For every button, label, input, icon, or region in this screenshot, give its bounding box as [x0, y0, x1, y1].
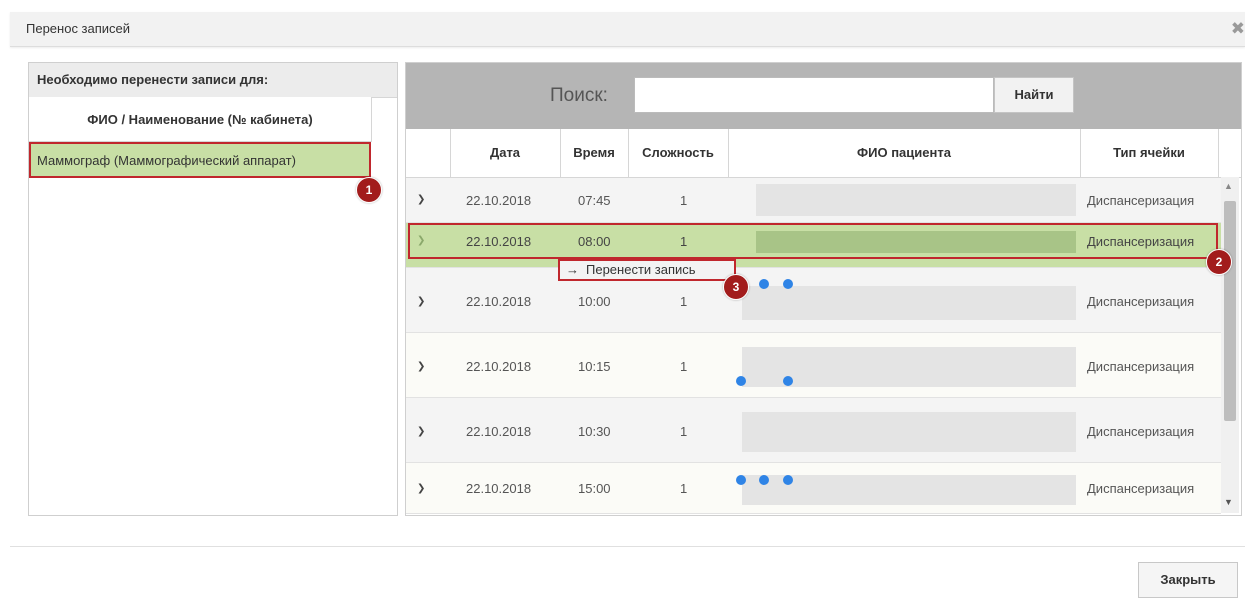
search-input[interactable]: [634, 77, 994, 113]
cell-time: 07:45: [578, 193, 611, 208]
left-list-item[interactable]: Маммограф (Маммографический аппарат): [29, 142, 371, 178]
column-header-patient[interactable]: ФИО пациента: [728, 129, 1081, 177]
column-header-complexity[interactable]: Сложность: [628, 129, 729, 177]
loading-dot: [759, 475, 769, 485]
loading-dot: [759, 279, 769, 289]
left-column-header-label: ФИО / Наименование (№ кабинета): [87, 112, 313, 127]
search-label: Поиск:: [550, 85, 608, 106]
table-row[interactable]: ❯ 22.10.2018 10:00 1 Диспансеризация: [406, 268, 1221, 333]
chevron-down-icon[interactable]: ❯: [417, 426, 425, 437]
close-icon[interactable]: ✖: [1231, 19, 1245, 39]
scroll-thumb[interactable]: [1224, 201, 1236, 421]
cell-type: Диспансеризация: [1087, 234, 1195, 249]
patient-name-blurred: [756, 184, 1076, 216]
search-bar: Поиск: Найти: [406, 63, 1241, 129]
cell-time: 15:00: [578, 481, 611, 496]
cell-date: 22.10.2018: [466, 234, 532, 249]
loading-dot: [736, 376, 746, 386]
footer-divider: [10, 546, 1245, 547]
column-header-time[interactable]: Время: [560, 129, 629, 177]
annotation-badge-2: 2: [1206, 249, 1232, 275]
cell-complexity: 1: [680, 481, 688, 496]
chevron-down-icon[interactable]: ❯: [417, 483, 425, 494]
annotation-badge-1: 1: [356, 177, 382, 203]
left-column-header[interactable]: ФИО / Наименование (№ кабинета): [29, 97, 372, 142]
patient-name-blurred: [756, 231, 1076, 253]
loading-dot: [783, 376, 793, 386]
table-header: Дата Время Сложность ФИО пациента Тип яч…: [406, 129, 1241, 178]
table-scrollbar[interactable]: ▲ ▼: [1221, 177, 1239, 513]
right-panel: Поиск: Найти Дата Время Сложность ФИО па…: [405, 62, 1242, 516]
move-record-label: Перенести запись: [586, 262, 696, 277]
patient-name-blurred: [742, 412, 1076, 452]
table-row[interactable]: ❯ 22.10.2018 07:45 1 Диспансеризация: [406, 178, 1221, 223]
cell-complexity: 1: [680, 294, 688, 309]
loading-dot: [783, 279, 793, 289]
chevron-down-icon[interactable]: ❯: [417, 361, 425, 372]
cell-complexity: 1: [680, 193, 688, 208]
cell-date: 22.10.2018: [466, 359, 532, 374]
column-header-date[interactable]: Дата: [450, 129, 561, 177]
left-list-item-label: Маммограф (Маммографический аппарат): [37, 153, 296, 168]
move-record-menu-item[interactable]: → Перенести запись: [558, 259, 736, 281]
cell-time: 10:30: [578, 424, 611, 439]
left-panel-title: Необходимо перенести записи для:: [37, 72, 269, 87]
left-panel: Необходимо перенести записи для: ФИО / Н…: [28, 62, 398, 516]
cell-type: Диспансеризация: [1087, 359, 1195, 374]
chevron-down-icon[interactable]: ❯: [417, 296, 425, 307]
cell-type: Диспансеризация: [1087, 294, 1195, 309]
expand-column-header: [406, 129, 451, 177]
cell-complexity: 1: [680, 359, 688, 374]
scroll-up-icon[interactable]: ▲: [1224, 181, 1233, 191]
cell-type: Диспансеризация: [1087, 424, 1195, 439]
cell-type: Диспансеризация: [1087, 193, 1195, 208]
cell-time: 10:15: [578, 359, 611, 374]
table-row[interactable]: ❯ 22.10.2018 15:00 1 Диспансеризация: [406, 463, 1221, 514]
loading-dot: [783, 475, 793, 485]
cell-time: 10:00: [578, 294, 611, 309]
annotation-badge-3: 3: [723, 274, 749, 300]
cell-date: 22.10.2018: [466, 193, 532, 208]
table-row[interactable]: ❯ 22.10.2018 10:15 1 Диспансеризация: [406, 333, 1221, 398]
patient-name-blurred: [742, 286, 1076, 320]
close-button[interactable]: Закрыть: [1138, 562, 1238, 598]
cell-time: 08:00: [578, 234, 611, 249]
cell-complexity: 1: [680, 424, 688, 439]
search-button[interactable]: Найти: [994, 77, 1074, 113]
dialog-title: Перенос записей: [26, 21, 131, 36]
cell-complexity: 1: [680, 234, 688, 249]
cell-date: 22.10.2018: [466, 424, 532, 439]
scroll-down-icon[interactable]: ▼: [1224, 497, 1233, 507]
chevron-down-icon[interactable]: ❯: [417, 235, 425, 246]
column-header-cell-type[interactable]: Тип ячейки: [1080, 129, 1219, 177]
cell-type: Диспансеризация: [1087, 481, 1195, 496]
chevron-down-icon[interactable]: ❯: [417, 194, 425, 205]
table-row-selected[interactable]: ❯ 22.10.2018 08:00 1 Диспансеризация: [406, 223, 1221, 268]
table-row[interactable]: ❯ 22.10.2018 10:30 1 Диспансеризация: [406, 398, 1221, 463]
cell-date: 22.10.2018: [466, 294, 532, 309]
loading-dot: [736, 475, 746, 485]
dialog-header: Перенос записей ✖: [10, 12, 1245, 47]
arrow-right-icon: →: [566, 262, 579, 277]
left-panel-title-bar: Необходимо перенести записи для:: [29, 63, 397, 98]
cell-date: 22.10.2018: [466, 481, 532, 496]
